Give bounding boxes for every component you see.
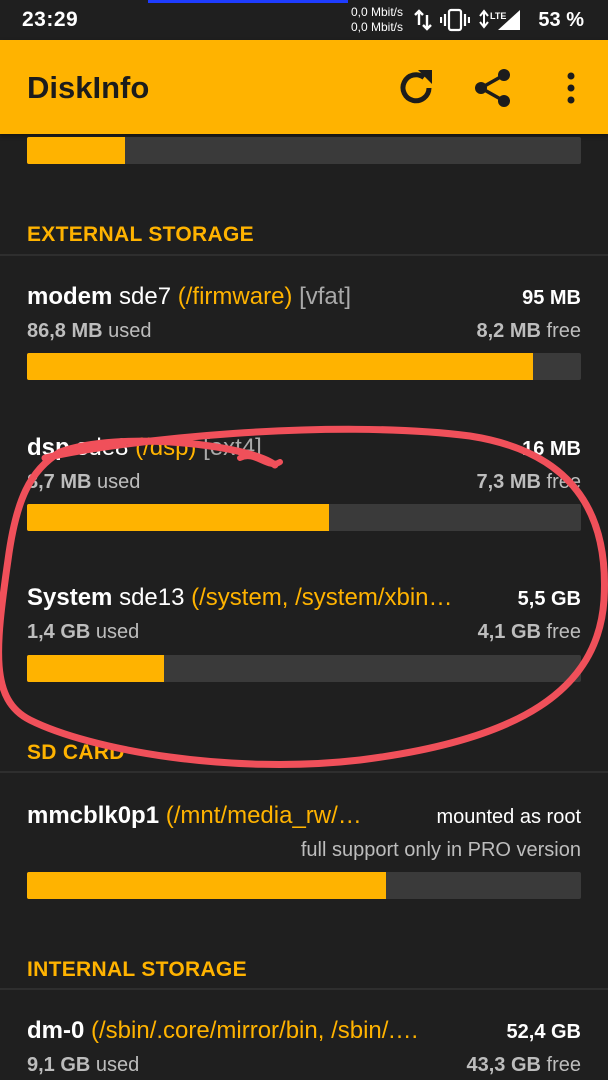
usage-fill	[27, 655, 164, 682]
free-label: free	[546, 320, 581, 342]
more-vert-icon	[567, 72, 575, 104]
net-down: 0,0 Mbit/s	[351, 20, 404, 34]
status-bar: 23:29 0,0 Mbit/s 0,0 Mbit/s LTE 53 %	[0, 0, 608, 40]
mount-path: (/system, /system/xbin…	[191, 584, 453, 611]
used-value: 8,7 MB	[27, 471, 92, 493]
storage-usage-bar-partial	[27, 137, 581, 164]
usage-fill	[27, 872, 386, 899]
total-size: 5,5 GB	[517, 588, 581, 610]
partition-name: modem	[27, 283, 113, 310]
storage-usage-bar	[27, 353, 581, 380]
used-label: used	[108, 320, 152, 342]
storage-usage-bar	[27, 872, 581, 899]
free-value: 7,3 MB	[476, 471, 541, 493]
usage-fill	[27, 504, 330, 531]
net-up: 0,0 Mbit/s	[351, 5, 404, 19]
partition-name: System	[27, 584, 113, 611]
section-header-sd-card: SD CARD	[27, 741, 125, 764]
pro-version-note: full support only in PRO version	[300, 839, 581, 861]
battery-percent: 53 %	[538, 9, 584, 31]
storage-usage-bar	[27, 655, 581, 682]
device-name: sde8	[76, 434, 129, 461]
lte-label: LTE	[490, 11, 506, 21]
section-divider	[0, 254, 608, 256]
mount-path: (/firmware)	[177, 283, 293, 310]
partition-name: mmcblk0p1	[27, 802, 160, 829]
partition-name: dm-0	[27, 1017, 85, 1044]
mounted-as-root-label: mounted as root	[436, 806, 581, 828]
refresh-icon	[400, 70, 432, 104]
free-value: 43,3 GB	[466, 1054, 541, 1076]
app-title: DiskInfo	[27, 70, 150, 105]
refresh-button[interactable]	[392, 64, 440, 112]
used-label: used	[95, 621, 140, 643]
filesystem-type: [vfat]	[299, 283, 352, 310]
section-header-external: EXTERNAL STORAGE	[27, 223, 254, 246]
storage-item-modem[interactable]: modem sde7 (/firmware) [vfat] 95 MB	[27, 283, 581, 313]
status-accent-line	[148, 0, 348, 3]
network-speed: 0,0 Mbit/s 0,0 Mbit/s	[351, 5, 403, 35]
data-transfer-icon	[413, 8, 433, 37]
status-time: 23:29	[22, 8, 79, 31]
used-value: 86,8 MB	[27, 320, 103, 342]
mount-path: (/sbin/.core/mirror/bin, /sbin/.…	[91, 1017, 420, 1044]
storage-usage-bar	[27, 504, 581, 531]
total-size: 95 MB	[522, 287, 581, 309]
used-value: 1,4 GB	[27, 621, 91, 643]
filesystem-type: [ext4]	[203, 434, 262, 461]
share-icon	[475, 69, 510, 107]
lte-signal-icon: LTE	[478, 8, 522, 37]
free-value: 4,1 GB	[477, 621, 541, 643]
used-label: used	[95, 1054, 140, 1076]
app-bar: DiskInfo	[0, 40, 608, 134]
mount-path: (/mnt/media_rw/…	[165, 802, 362, 829]
mount-path: (/dsp)	[135, 434, 197, 461]
device-name: sde7	[119, 283, 172, 310]
storage-item-mmcblk0p1[interactable]: mmcblk0p1 (/mnt/media_rw/… mounted as ro…	[27, 802, 581, 832]
storage-item-dm-0[interactable]: dm-0 (/sbin/.core/mirror/bin, /sbin/.… 5…	[27, 1017, 581, 1047]
usage-fill	[27, 353, 534, 380]
total-size: 16 MB	[522, 438, 581, 460]
free-label: free	[546, 471, 581, 493]
used-label: used	[97, 471, 141, 493]
free-label: free	[546, 621, 581, 643]
share-button[interactable]	[469, 64, 517, 112]
free-value: 8,2 MB	[476, 320, 541, 342]
device-name: sde13	[119, 584, 185, 611]
vibrate-icon	[439, 8, 471, 37]
usage-fill	[27, 137, 126, 164]
total-size: 52,4 GB	[506, 1021, 581, 1043]
section-header-internal: INTERNAL STORAGE	[27, 958, 247, 981]
storage-item-dsp[interactable]: dsp sde8 (/dsp) [ext4] 16 MB	[27, 434, 581, 464]
free-label: free	[546, 1054, 581, 1076]
section-divider	[0, 988, 608, 990]
storage-item-system[interactable]: System sde13 (/system, /system/xbin… 5,5…	[27, 584, 581, 614]
used-value: 9,1 GB	[27, 1054, 91, 1076]
partition-name: dsp	[27, 434, 70, 461]
section-divider	[0, 771, 608, 773]
overflow-menu-button[interactable]	[547, 64, 595, 112]
